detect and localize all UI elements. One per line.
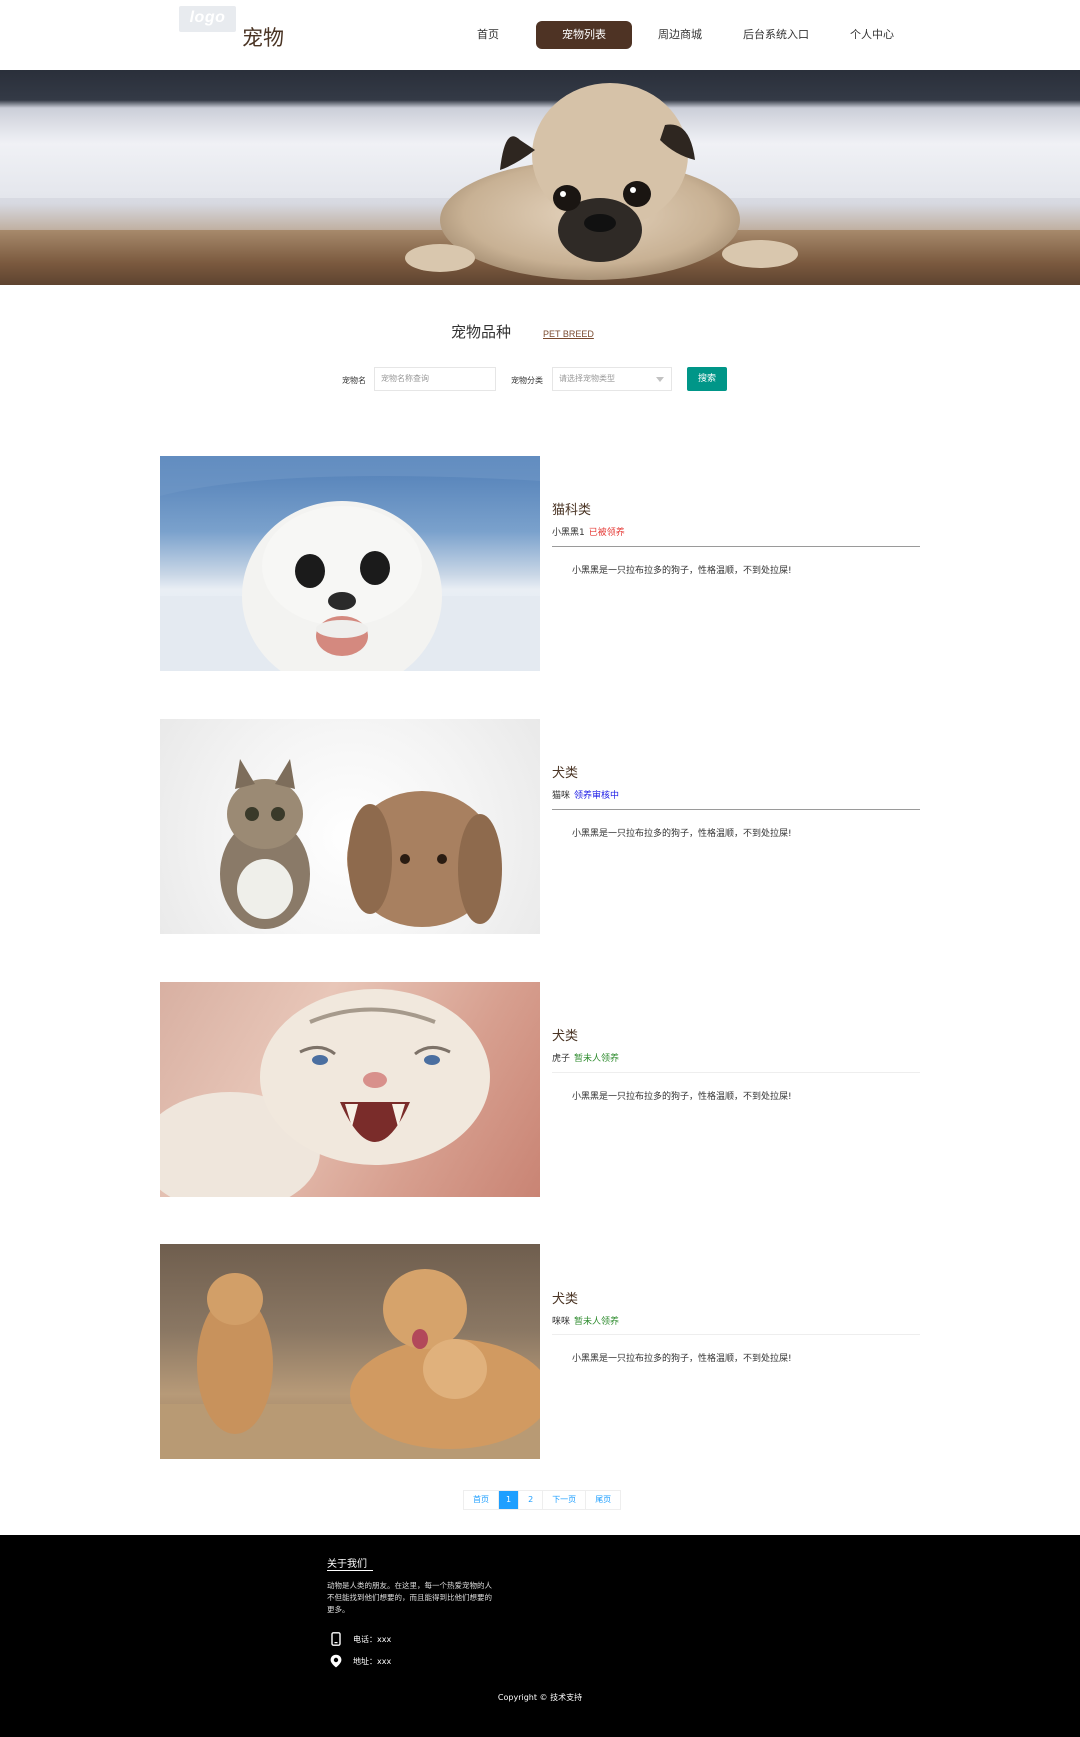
- pet-divider-1: [552, 546, 920, 547]
- pet-desc-1: 小黑黑是一只拉布拉多的狗子，性格温顺，不到处拉屎!: [572, 566, 792, 576]
- nav-shop[interactable]: 周边商城: [632, 21, 728, 49]
- search-button[interactable]: 搜索: [687, 367, 727, 391]
- pug-image: [405, 83, 798, 280]
- pet-category-select[interactable]: 请选择宠物类型: [552, 367, 672, 391]
- page-next[interactable]: 下一页: [542, 1491, 586, 1509]
- pet-info-1: 小黑黑1 已被领养: [552, 525, 625, 538]
- footer-address-value: xxx: [377, 1656, 392, 1666]
- pet-image-3[interactable]: [160, 982, 540, 1197]
- pet-divider-2: [552, 809, 920, 810]
- pet-name-4[interactable]: 咪咪: [552, 1317, 570, 1327]
- pet-info-3: 虎子 暂未人领养: [552, 1051, 619, 1064]
- pet-status-2: 领养审核中: [574, 791, 620, 801]
- pet-category-3: 犬类: [552, 1029, 579, 1044]
- footer-phone-row: 电话： xxx: [329, 1632, 391, 1646]
- pet-divider-3: [552, 1072, 920, 1073]
- footer-address-row: 地址： xxx: [329, 1654, 391, 1668]
- pet-status-4: 暂未人领养: [574, 1317, 620, 1327]
- pagination: 首页 1 2 下一页 尾页: [463, 1490, 622, 1510]
- pet-name-1[interactable]: 小黑黑1: [552, 528, 585, 538]
- pet-divider-4: [552, 1334, 920, 1335]
- page-1[interactable]: 1: [498, 1491, 519, 1509]
- lions-image: [160, 1269, 540, 1459]
- footer-phone-label: 电话：: [353, 1634, 377, 1644]
- pet-category-placeholder: 请选择宠物类型: [559, 374, 615, 383]
- logo-text: logo: [189, 9, 226, 26]
- footer-address-label: 地址：: [353, 1656, 377, 1666]
- logo[interactable]: logo: [179, 6, 236, 32]
- copyright: Copyright © 技术支持: [497, 1693, 583, 1702]
- pet-status-1: 已被领养: [588, 528, 625, 538]
- pet-info-4: 咪咪 暂未人领养: [552, 1314, 619, 1327]
- nav-admin[interactable]: 后台系统入口: [728, 21, 824, 49]
- nav-pet-list[interactable]: 宠物列表: [536, 21, 632, 49]
- nav-home[interactable]: 首页: [440, 21, 536, 49]
- nav-profile[interactable]: 个人中心: [824, 21, 920, 49]
- pet-category-1: 猫科类: [552, 503, 592, 518]
- page-first[interactable]: 首页: [464, 1491, 498, 1509]
- pet-image-1[interactable]: [160, 456, 540, 671]
- page-2[interactable]: 2: [518, 1491, 543, 1509]
- page-last[interactable]: 尾页: [585, 1491, 621, 1509]
- main-nav: 首页 宠物列表 周边商城 后台系统入口 个人中心: [440, 21, 920, 49]
- pet-name-2[interactable]: 猫咪: [552, 791, 570, 801]
- pet-status-3: 暂未人领养: [574, 1054, 620, 1064]
- seal-image: [160, 456, 540, 671]
- hero-banner: [0, 70, 1080, 285]
- footer-about-title: 关于我们: [327, 1559, 367, 1570]
- pet-name-label: 宠物名: [342, 376, 366, 385]
- footer-about-text: 动物是人类的朋友。在这里，每一个热爱宠物的人不但能找到他们想要的，而且能得到比他…: [327, 1581, 492, 1614]
- top-header: logo 宠物 首页 宠物列表 周边商城 后台系统入口 个人中心: [0, 0, 1080, 70]
- pet-image-2[interactable]: [160, 719, 540, 934]
- pet-desc-3: 小黑黑是一只拉布拉多的狗子，性格温顺，不到处拉屎!: [572, 1092, 792, 1102]
- pet-desc-4: 小黑黑是一只拉布拉多的狗子，性格温顺，不到处拉屎!: [572, 1354, 792, 1364]
- pet-image-4[interactable]: [160, 1244, 540, 1459]
- location-pin-icon: [330, 1654, 342, 1668]
- pet-category-4: 犬类: [552, 1292, 579, 1307]
- pet-name-input[interactable]: 宠物名称查询: [374, 367, 496, 391]
- pet-category-label: 宠物分类: [511, 376, 543, 385]
- pet-info-2: 猫咪 领养审核中: [552, 788, 619, 801]
- footer-phone-value: xxx: [377, 1634, 392, 1644]
- footer-title-underline: [327, 1570, 373, 1571]
- tiger-image: [160, 989, 490, 1197]
- footer: 关于我们 动物是人类的朋友。在这里，每一个热爱宠物的人不但能找到他们想要的，而且…: [0, 1535, 1080, 1737]
- site-brand[interactable]: 宠物: [242, 22, 284, 52]
- pet-category-2: 犬类: [552, 766, 579, 781]
- pet-name-3[interactable]: 虎子: [552, 1054, 570, 1064]
- pet-desc-2: 小黑黑是一只拉布拉多的狗子，性格温顺，不到处拉屎!: [572, 829, 792, 839]
- section-subtitle-link[interactable]: PET BREED: [543, 329, 594, 339]
- chevron-down-icon: [656, 377, 664, 382]
- kitten-rabbit-image: [220, 759, 502, 929]
- section-title: 宠物品种: [451, 323, 512, 341]
- phone-icon: [331, 1632, 341, 1646]
